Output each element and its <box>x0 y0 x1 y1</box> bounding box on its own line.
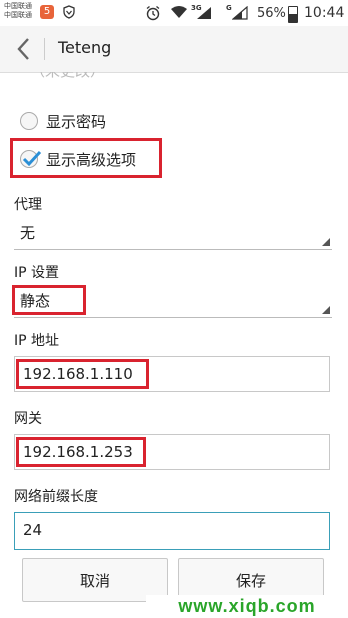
shield-icon <box>63 5 75 19</box>
dropdown-arrow-icon <box>322 306 330 314</box>
highlight-box-ip-address <box>16 359 149 389</box>
gateway-label: 网关 <box>14 411 42 427</box>
network-g-label: G <box>226 4 232 12</box>
ip-address-label: IP 地址 <box>14 333 60 349</box>
battery-percent: 56% <box>257 6 286 21</box>
ip-settings-label: IP 设置 <box>14 265 60 281</box>
title-bar: Teteng <box>0 26 348 73</box>
carrier-labels: 中国联通 中国联通 <box>4 2 32 20</box>
app-notification-icon: 5 <box>40 5 54 19</box>
prefix-length-value: 24 <box>23 521 43 539</box>
show-password-option[interactable]: 显示密码 <box>20 106 106 136</box>
wifi-icon <box>171 6 187 18</box>
watermark: www.xiqb.com <box>146 595 348 618</box>
title-divider <box>44 38 45 60</box>
highlight-box-gateway <box>16 437 146 467</box>
signal-icon <box>197 7 211 19</box>
prefix-length-input[interactable]: 24 <box>14 512 330 550</box>
highlight-box-ip-settings <box>12 285 86 315</box>
show-password-label: 显示密码 <box>46 112 107 131</box>
back-arrow-icon[interactable] <box>14 36 34 62</box>
carrier-line-2: 中国联通 <box>4 11 32 19</box>
carrier-line-1: 中国联通 <box>4 2 32 10</box>
proxy-value: 无 <box>20 224 36 242</box>
proxy-select[interactable]: 无 <box>14 216 332 250</box>
clock: 10:44 <box>304 5 345 21</box>
prefix-length-label: 网络前缀长度 <box>14 489 98 505</box>
dropdown-arrow-icon <box>322 238 330 246</box>
battery-icon <box>288 6 298 23</box>
highlight-box-advanced <box>10 138 162 178</box>
proxy-label: 代理 <box>14 197 42 213</box>
status-bar: 中国联通 中国联通 5 3G G 56% 10:44 <box>0 0 348 26</box>
signal-icon <box>232 6 248 20</box>
alarm-icon <box>146 5 160 21</box>
page-title: Teteng <box>58 38 112 57</box>
show-password-checkbox[interactable] <box>20 112 38 130</box>
